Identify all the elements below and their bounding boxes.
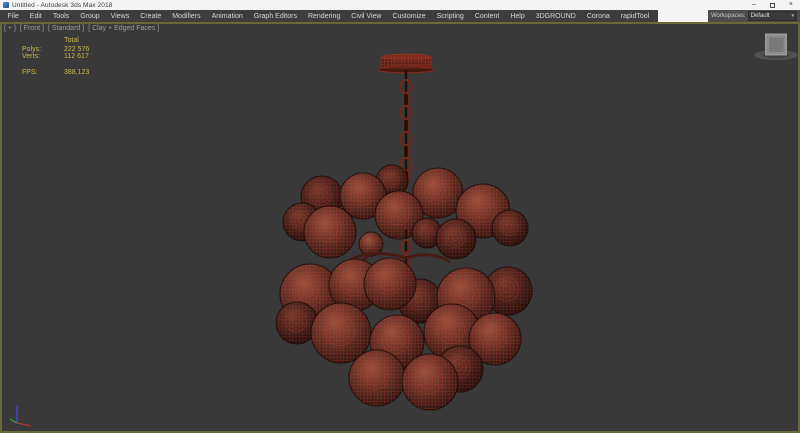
menu-file[interactable]: File <box>2 13 24 20</box>
window-controls: – × <box>752 0 800 10</box>
menu-bar-gap <box>658 10 708 22</box>
workspaces-value: Default <box>750 13 770 19</box>
app-window: Untitled - Autodesk 3ds Max 2018 – × Fil… <box>0 0 800 433</box>
scene-canvas[interactable] <box>0 22 800 433</box>
wireframe-sphere[interactable] <box>363 257 417 311</box>
chain-link <box>402 92 410 107</box>
wireframe-sphere[interactable] <box>348 349 406 407</box>
axis-x <box>16 422 32 427</box>
menu-views[interactable]: Views <box>105 13 135 20</box>
menu-corona[interactable]: Corona <box>581 13 615 20</box>
menu-edit[interactable]: Edit <box>24 13 47 20</box>
menu-customize[interactable]: Customize <box>387 13 431 20</box>
sphere-cluster-lower[interactable] <box>275 257 533 411</box>
menu-civil-view[interactable]: Civil View <box>346 13 387 20</box>
workspaces-label: Workspaces: <box>711 13 746 19</box>
workspaces-dropdown[interactable]: Default ▾ <box>747 11 797 21</box>
menu-create[interactable]: Create <box>135 13 167 20</box>
axis-y <box>9 418 18 424</box>
chandelier-arm <box>405 253 451 264</box>
wireframe-sphere[interactable] <box>435 218 477 260</box>
chain-link <box>402 144 410 159</box>
menu-scripting[interactable]: Scripting <box>431 13 469 20</box>
chain-link <box>402 118 410 133</box>
world-axis-gizmo <box>9 405 32 427</box>
title-bar: Untitled - Autodesk 3ds Max 2018 – × <box>0 0 800 10</box>
wireframe-sphere[interactable] <box>491 209 529 247</box>
viewport-label: [ + ] [ Front ] [ Standard ] [ Clay + Edged… <box>4 25 159 32</box>
viewport-front[interactable]: [ + ] [ Front ] [ Standard ] [ Clay + Edged… <box>0 22 800 433</box>
menu-tools[interactable]: Tools <box>47 13 74 20</box>
menu-content[interactable]: Content <box>469 13 505 20</box>
window-title: Untitled - Autodesk 3ds Max 2018 <box>12 1 113 9</box>
menu-help[interactable]: Help <box>505 13 530 20</box>
viewport-menu-renderer[interactable]: [ Standard ] <box>48 25 84 32</box>
workspaces-widget: Workspaces: Default ▾ <box>708 10 800 22</box>
stats-polys-row: Polys: 222 576 <box>22 45 90 53</box>
3ds-max-app-icon <box>3 2 9 8</box>
close-icon[interactable]: × <box>789 0 793 10</box>
viewport-menu-view[interactable]: [ Front ] <box>20 25 44 32</box>
chevron-down-icon: ▾ <box>791 13 794 19</box>
menu-rendering[interactable]: Rendering <box>302 13 345 20</box>
menu-animation[interactable]: Animation <box>206 13 248 20</box>
stats-fps-row: FPS: 388,123 <box>22 68 90 76</box>
menu-rapidtool[interactable]: rapidTool <box>615 13 654 20</box>
menu-bar: File Edit Tools Group Views Create Modifiers An… <box>0 10 658 22</box>
viewcube[interactable] <box>754 33 798 60</box>
maximize-icon[interactable] <box>769 2 775 8</box>
viewport-statistics: Total Polys: 222 576 Verts: 112 617 FPS:… <box>22 37 89 76</box>
viewport-menu-plus[interactable]: [ + ] <box>4 25 16 32</box>
menu-3dground[interactable]: 3DGROUND <box>530 13 581 20</box>
stats-total-header: Total <box>64 37 79 44</box>
minimize-icon[interactable]: – <box>752 0 756 10</box>
hanging-chain[interactable] <box>399 70 413 184</box>
stats-verts-row: Verts: 112 617 <box>22 53 89 60</box>
wireframe-sphere[interactable] <box>303 205 357 259</box>
menu-modifiers[interactable]: Modifiers <box>167 13 206 20</box>
menu-bar-row: File Edit Tools Group Views Create Modifiers An… <box>0 10 800 22</box>
viewport-menu-shading[interactable]: [ Clay + Edged Faces ] <box>88 25 159 32</box>
wireframe-sphere[interactable] <box>401 353 459 411</box>
menu-graph-editors[interactable]: Graph Editors <box>248 13 302 20</box>
menu-group[interactable]: Group <box>75 13 105 20</box>
